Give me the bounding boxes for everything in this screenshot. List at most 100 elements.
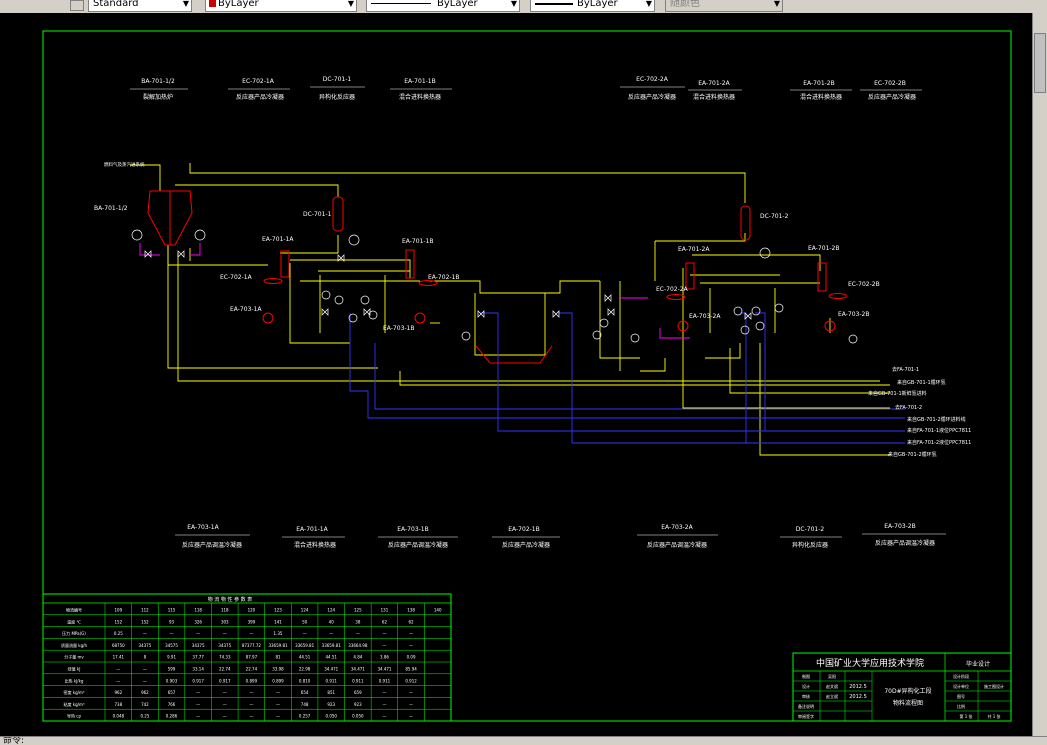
plotstyle-select[interactable]: 随颜色 ▼ — [665, 0, 783, 12]
equipment-tag: EA-703-2B — [838, 311, 869, 318]
table-cell: 4.84 — [353, 655, 362, 660]
table-header-cell: 138 — [407, 607, 415, 612]
table-cell: 22.98 — [299, 666, 311, 671]
project-name: 70D#异构化工段 — [884, 687, 931, 695]
table-cell: — — [409, 643, 413, 648]
table-cell: — — [143, 666, 147, 671]
lineweight-select[interactable]: ByLayer ▼ — [530, 0, 655, 12]
table-cell: 0.257 — [299, 714, 311, 719]
table-header-cell: 131 — [381, 607, 389, 612]
table-cell: 38 — [355, 619, 361, 624]
top-labels: BA-701-1/2 裂解加热炉 EC-702-1A 反应器产品冷凝器 DC-7… — [130, 76, 922, 101]
table-cell: 81 — [275, 655, 281, 660]
table-cell: 密度 kg/m³ — [64, 689, 85, 695]
table-cell: 599 — [168, 666, 176, 671]
table-title: 物 流 物 性 参 数 表 — [208, 596, 253, 603]
table-cell: — — [143, 678, 147, 683]
table-cell: 34375 — [139, 643, 152, 648]
bottom-label-tag: DC-701-2 — [796, 526, 825, 533]
top-label-tag: EC-702-2B — [874, 80, 906, 87]
table-header-cell: 125 — [354, 607, 362, 612]
table-cell: 0.917 — [192, 678, 204, 683]
top-label-name: 反应器产品冷凝器 — [868, 93, 916, 101]
table-cell: 34.471 — [324, 666, 338, 671]
table-cell: 比热 kJ/kg — [65, 677, 84, 683]
table-cell: 303 — [221, 619, 229, 624]
table-cell: 399 — [248, 619, 256, 624]
top-label-name: 反应器产品冷凝器 — [628, 93, 676, 101]
reactor-dc-701-2 — [740, 205, 751, 241]
table-cell: 62 — [409, 619, 415, 624]
separator-basin — [475, 345, 553, 364]
table-cell: — — [356, 631, 360, 636]
table-cell: 44.51 — [299, 655, 311, 660]
table-cell: 152 — [141, 619, 149, 624]
table-cell: 0.912 — [405, 678, 417, 683]
table-cell: 0.899 — [246, 678, 258, 683]
person-name: 赵立斌 — [826, 693, 838, 699]
top-label-name: 混合进料换热器 — [693, 93, 735, 101]
table-cell: 141 — [274, 619, 282, 624]
person-name: 吴阳 — [828, 673, 836, 679]
table-cell: 温度 ℃ — [67, 618, 81, 624]
role-label: 设计 — [802, 683, 810, 689]
drawing-name: 物料流程图 — [893, 699, 923, 707]
right-label: 设计单位 — [953, 683, 969, 689]
equipment-tag: DC-701-2 — [760, 213, 789, 220]
table-cell: 分子量 mv — [64, 654, 84, 660]
top-label-tag: EA-701-2B — [803, 80, 834, 87]
vertical-scrollbar[interactable] — [1032, 13, 1047, 736]
table-cell: 压力 MPa(G) — [62, 630, 86, 636]
table-cell: — — [409, 690, 413, 695]
table-cell: 37.77 — [192, 655, 204, 660]
table-header-cell: 115 — [168, 607, 176, 612]
top-label-tag: EA-701-1B — [404, 78, 435, 85]
plotstyle-value: 随颜色 — [670, 0, 700, 9]
top-label-name: 反应器产品冷凝器 — [236, 93, 284, 101]
color-select[interactable]: ByLayer ▼ — [205, 0, 357, 12]
bottom-label-name: 异构化反应器 — [792, 541, 828, 549]
linetype-select[interactable]: ByLayer ▼ — [366, 0, 520, 12]
table-cell: 8 — [144, 655, 147, 660]
table-cell: — — [249, 690, 253, 695]
table-cell: 33.98 — [272, 666, 284, 671]
table-cell: 962 — [141, 690, 149, 695]
table-cell: — — [303, 631, 307, 636]
title-block: 中国矿业大学应用技术学院 毕业设计 制图 设计 审核 备注说明 审阅签字 吴阳 … — [792, 652, 1012, 722]
condenser-ec-702-2b — [828, 293, 848, 299]
role-label: 备注说明 — [798, 703, 814, 709]
table-cell: 0.903 — [166, 678, 178, 683]
linetype-value: ByLayer — [437, 0, 478, 9]
exchanger-ea-701-2b — [817, 262, 827, 292]
table-cell: 0.286 — [166, 714, 178, 719]
table-cell: 34.471 — [377, 666, 391, 671]
text-style-select[interactable]: Standard ▼ — [88, 0, 192, 12]
table-header-cell: 物流编号 — [66, 606, 82, 612]
table-cell: 87377.72 — [242, 643, 262, 648]
scrollbar-thumb[interactable] — [1034, 33, 1046, 93]
table-cell: — — [382, 643, 386, 648]
equipment-tag: BA-701-1/2 — [94, 205, 128, 212]
school-name: 中国矿业大学应用技术学院 — [816, 657, 924, 669]
top-label-tag: EC-702-1A — [242, 78, 275, 85]
bottom-label-tag: EA-703-1A — [187, 524, 219, 531]
table-cell: 0.09 — [407, 655, 416, 660]
person-name: 赵文斌 — [826, 683, 838, 689]
outlet-label: 来自FA-701-2液位PPC7811 — [907, 439, 971, 446]
equipment-tag: EA-703-2A — [689, 313, 721, 320]
role-label: 审阅签字 — [798, 713, 814, 719]
table-cell: 17.41 — [113, 655, 125, 660]
table-cell: — — [223, 714, 227, 719]
equipment-tag: EA-703-1B — [383, 325, 414, 332]
equipment-tag: EA-701-2A — [678, 246, 710, 253]
table-cell: — — [249, 702, 253, 707]
top-label-tag: EC-702-2A — [636, 76, 669, 83]
drawing-canvas[interactable]: BA-701-1/2 裂解加热炉 EC-702-1A 反应器产品冷凝器 DC-7… — [0, 13, 1032, 736]
equipment-tag: EA-701-1A — [262, 236, 294, 243]
bottom-label-name: 反应器产品调温冷凝器 — [875, 539, 935, 547]
equipment-tag: EA-701-1B — [402, 238, 433, 245]
outlet-label: 去FA-701-2 — [895, 404, 922, 411]
bottom-label-name: 反应器产品冷凝器 — [502, 541, 550, 549]
table-header-cell: 118 — [194, 607, 202, 612]
text-style-icon[interactable] — [70, 0, 84, 11]
